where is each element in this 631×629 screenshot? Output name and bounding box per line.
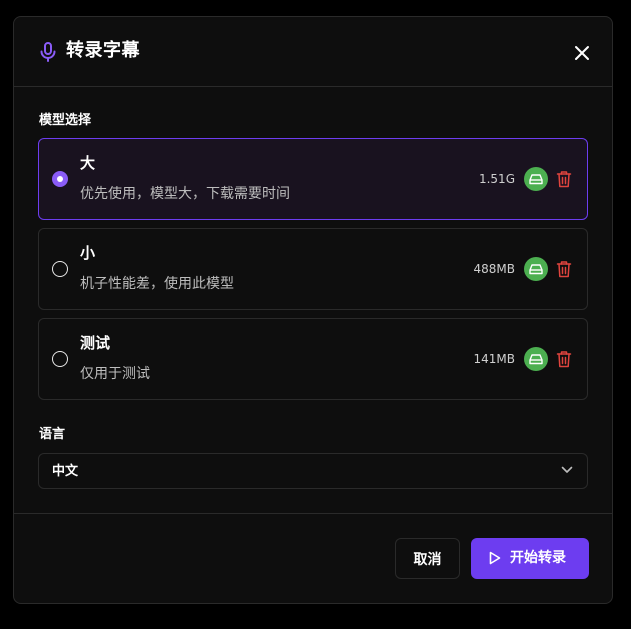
model-option-test[interactable]: 测试 仅用于测试 141MB	[38, 318, 588, 400]
model-description: 仅用于测试	[80, 366, 150, 382]
close-icon[interactable]	[571, 42, 593, 64]
model-section-label: 模型选择	[39, 113, 92, 128]
dialog-header: 转录字幕	[14, 17, 612, 87]
model-option-small[interactable]: 小 机子性能差，使用此模型 488MB	[38, 228, 588, 310]
footer-divider	[14, 513, 612, 514]
model-size: 141MB	[473, 352, 516, 366]
language-select-value: 中文	[52, 464, 79, 479]
dialog-title: 转录字幕	[66, 40, 140, 61]
play-icon	[489, 551, 501, 565]
model-name: 测试	[80, 334, 111, 352]
model-size: 1.51G	[478, 172, 515, 186]
language-section-label: 语言	[39, 427, 66, 442]
model-name: 小	[80, 244, 96, 262]
drive-icon[interactable]	[524, 167, 548, 191]
trash-icon[interactable]	[556, 170, 572, 188]
language-select[interactable]: 中文	[38, 453, 588, 489]
drive-icon[interactable]	[524, 257, 548, 281]
model-description: 优先使用，模型大，下载需要时间	[80, 186, 290, 202]
radio-button-selected[interactable]	[52, 171, 68, 187]
trash-icon[interactable]	[556, 260, 572, 278]
radio-button[interactable]	[52, 351, 68, 367]
model-name: 大	[80, 154, 96, 172]
chevron-down-icon	[561, 466, 573, 473]
model-option-large[interactable]: 大 优先使用，模型大，下载需要时间 1.51G	[38, 138, 588, 220]
microphone-icon	[40, 42, 56, 62]
cancel-button[interactable]: 取消	[395, 538, 460, 579]
model-description: 机子性能差，使用此模型	[80, 276, 234, 292]
model-size: 488MB	[473, 262, 516, 276]
radio-button[interactable]	[52, 261, 68, 277]
start-button-label: 开始转录	[510, 550, 566, 566]
drive-icon[interactable]	[524, 347, 548, 371]
start-transcription-button[interactable]: 开始转录	[471, 538, 589, 579]
transcribe-dialog: 转录字幕 模型选择 大 优先使用，模型大，下载需要时间 1.51G 小 机子性能…	[13, 16, 613, 604]
trash-icon[interactable]	[556, 350, 572, 368]
